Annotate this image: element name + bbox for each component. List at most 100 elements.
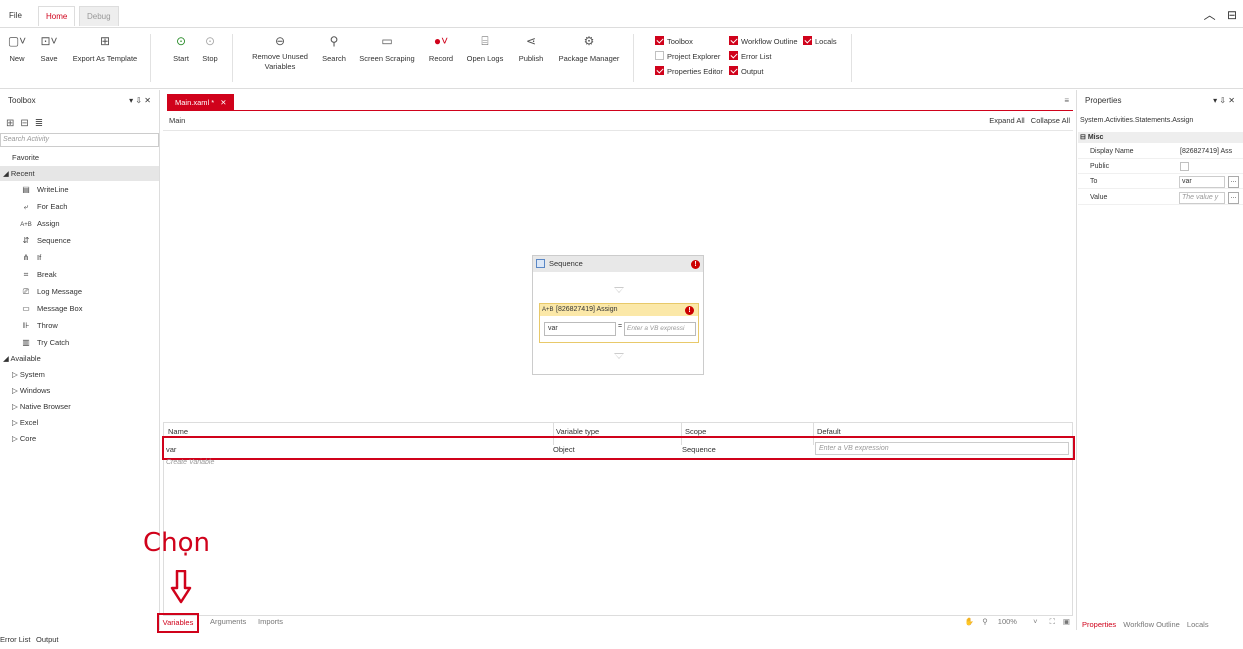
toolbox-item-try-catch[interactable]: ▥ Try Catch: [0, 335, 159, 350]
available-label: Available: [10, 354, 41, 363]
project-explorer-toggle[interactable]: Project Explorer: [655, 51, 720, 63]
variable-type-cell[interactable]: Object: [553, 445, 575, 454]
properties-category[interactable]: ⊟ Misc: [1078, 132, 1243, 143]
toolbox-item-assign[interactable]: A+B Assign: [0, 216, 159, 231]
tab-variables[interactable]: Variables: [157, 613, 199, 633]
sequence-icon: ⇵: [22, 236, 30, 245]
assign-activity[interactable]: A+B [826827419] Assign ! var = Enter a V…: [539, 303, 699, 343]
variables-panel: Name Variable type Scope Default var Obj…: [162, 422, 1075, 616]
stop-button[interactable]: ⊙ Stop: [199, 32, 221, 64]
collapse-all-link[interactable]: Collapse All: [1031, 116, 1070, 125]
to-ellipsis-button[interactable]: ...: [1228, 176, 1239, 188]
variable-scope-cell[interactable]: Sequence: [682, 445, 716, 454]
export-template-button[interactable]: ⊞ Export As Template: [70, 32, 140, 64]
dock-icon[interactable]: ⊟: [1227, 8, 1237, 22]
tab-file[interactable]: File: [2, 6, 29, 26]
open-logs-button[interactable]: ⌸ Open Logs: [464, 32, 506, 64]
assign-to-input[interactable]: var: [544, 322, 616, 336]
toolbox-toggle-label: Toolbox: [667, 37, 693, 46]
record-button[interactable]: ●˅ Record: [426, 32, 456, 64]
expand-all-link[interactable]: Expand All: [989, 116, 1024, 125]
toolbox-item-throw[interactable]: ⊪ Throw: [0, 318, 159, 333]
output-toggle[interactable]: Output: [729, 66, 764, 78]
sequence-activity[interactable]: Sequence ! A+B [826827419] Assign ! var …: [532, 255, 704, 375]
tab-workflow-outline[interactable]: Workflow Outline: [1123, 620, 1180, 629]
toolbox-favorite[interactable]: Favorite: [0, 150, 159, 165]
tab-error-list[interactable]: Error List: [0, 635, 30, 644]
tab-main-xaml[interactable]: Main.xaml * ✕: [167, 94, 235, 111]
fit-to-screen-icon[interactable]: ⛶: [1050, 617, 1055, 626]
display-name-field[interactable]: [826827419] Ass: [1180, 144, 1242, 159]
package-manager-label: Package Manager: [558, 54, 620, 63]
toolbox-item-writeline[interactable]: ▤ WriteLine: [0, 182, 159, 197]
toolbox-item-break[interactable]: ⌗ Break: [0, 267, 159, 282]
variable-name-cell[interactable]: var: [166, 445, 176, 454]
toolbox-item-sequence[interactable]: ⇵ Sequence: [0, 233, 159, 248]
panel-controls-icon[interactable]: ▾ ⇩ ✕: [1213, 90, 1235, 112]
toolbox-category-native-browser[interactable]: ▷ Native Browser: [0, 399, 159, 414]
tab-debug[interactable]: Debug: [79, 6, 119, 26]
toolbox-available[interactable]: ◢ Available: [0, 351, 159, 366]
toolbox-item-label: For Each: [37, 202, 68, 211]
toolbox-item-log-message[interactable]: ⎚ Log Message: [0, 284, 159, 299]
to-field[interactable]: var: [1179, 176, 1225, 188]
toolbox-category-system[interactable]: ▷ System: [0, 367, 159, 382]
zoom-icon[interactable]: ⚲: [982, 617, 988, 626]
breadcrumb[interactable]: Main: [169, 116, 185, 125]
properties-editor-toggle[interactable]: Properties Editor: [655, 66, 723, 78]
panel-controls-icon[interactable]: ▾ ⇩ ✕: [129, 90, 151, 112]
start-button[interactable]: ⊙ Start: [170, 32, 192, 64]
toolbox-category-windows[interactable]: ▷ Windows: [0, 383, 159, 398]
package-manager-button[interactable]: ⚙ Package Manager: [554, 32, 624, 64]
assign-value-input[interactable]: Enter a VB expressi: [624, 322, 696, 336]
tab-arguments[interactable]: Arguments: [210, 617, 246, 626]
variable-default-input[interactable]: Enter a VB expression: [815, 442, 1069, 455]
tab-list-icon[interactable]: ≡: [1064, 96, 1069, 105]
table-row[interactable]: var Object Sequence Enter a VB expressio…: [162, 436, 1075, 460]
toolbox-toggle[interactable]: Toolbox: [655, 36, 693, 48]
collapse-all-icon[interactable]: ⊟: [20, 118, 34, 129]
tab-home[interactable]: Home: [38, 6, 76, 26]
value-ellipsis-button[interactable]: ...: [1228, 192, 1239, 204]
zoom-level[interactable]: 100%: [998, 617, 1017, 626]
remove-unused-variables-button[interactable]: ⊖ Remove Unused Variables: [248, 32, 312, 72]
category-label: Misc: [1087, 134, 1104, 141]
tab-imports[interactable]: Imports: [258, 617, 283, 626]
close-icon[interactable]: ✕: [220, 98, 226, 107]
expand-triangle-icon: ▷: [12, 434, 20, 443]
break-icon: ⌗: [23, 270, 29, 279]
toolbox-item-message-box[interactable]: ▭ Message Box: [0, 301, 159, 316]
save-button[interactable]: ⊡˅ Save: [38, 32, 60, 64]
properties-bottom-tabs: Properties Workflow Outline Locals: [1082, 620, 1209, 629]
toolbox-category-core[interactable]: ▷ Core: [0, 431, 159, 446]
create-variable-link[interactable]: Create Variable: [166, 459, 214, 466]
search-button[interactable]: ⚲ Search: [320, 32, 348, 64]
toolbox-item-foreach[interactable]: ⤶ For Each: [0, 199, 159, 214]
locals-toggle[interactable]: Locals: [803, 36, 837, 48]
toolbox-category-excel[interactable]: ▷ Excel: [0, 415, 159, 430]
toolbox-recent[interactable]: ◢ Recent: [0, 166, 159, 181]
value-field[interactable]: The value y: [1179, 192, 1225, 204]
workflow-outline-toggle[interactable]: Workflow Outline: [729, 36, 798, 48]
screen-scraping-icon: ▭: [381, 34, 393, 48]
screen-scraping-button[interactable]: ▭ Screen Scraping: [356, 32, 418, 64]
package-icon: ⚙: [583, 34, 595, 48]
collapse-ribbon-icon[interactable]: ︿: [1204, 8, 1216, 22]
expand-all-icon[interactable]: ⊞: [6, 118, 20, 129]
tab-output[interactable]: Output: [36, 635, 59, 644]
toolbox-item-if[interactable]: ⋔ If: [0, 250, 159, 265]
error-list-toggle[interactable]: Error List: [729, 51, 771, 63]
tab-locals[interactable]: Locals: [1187, 620, 1209, 629]
pan-icon[interactable]: ✋: [965, 617, 974, 626]
publish-button[interactable]: ⋖ Publish: [514, 32, 548, 64]
list-view-icon[interactable]: ≣: [35, 118, 49, 129]
property-display-name: Display Name [826827419] Ass: [1078, 144, 1243, 159]
design-canvas[interactable]: Sequence ! A+B [826827419] Assign ! var …: [163, 130, 1073, 422]
overview-icon[interactable]: ▣: [1063, 617, 1070, 626]
checkbox-icon: [655, 36, 664, 45]
tab-properties[interactable]: Properties: [1082, 620, 1116, 629]
zoom-dropdown-icon[interactable]: ˅: [1033, 617, 1037, 626]
property-label: Public: [1090, 163, 1110, 170]
search-activity-input[interactable]: Search Activity: [0, 133, 159, 147]
new-button[interactable]: ▢˅ New: [6, 32, 28, 64]
